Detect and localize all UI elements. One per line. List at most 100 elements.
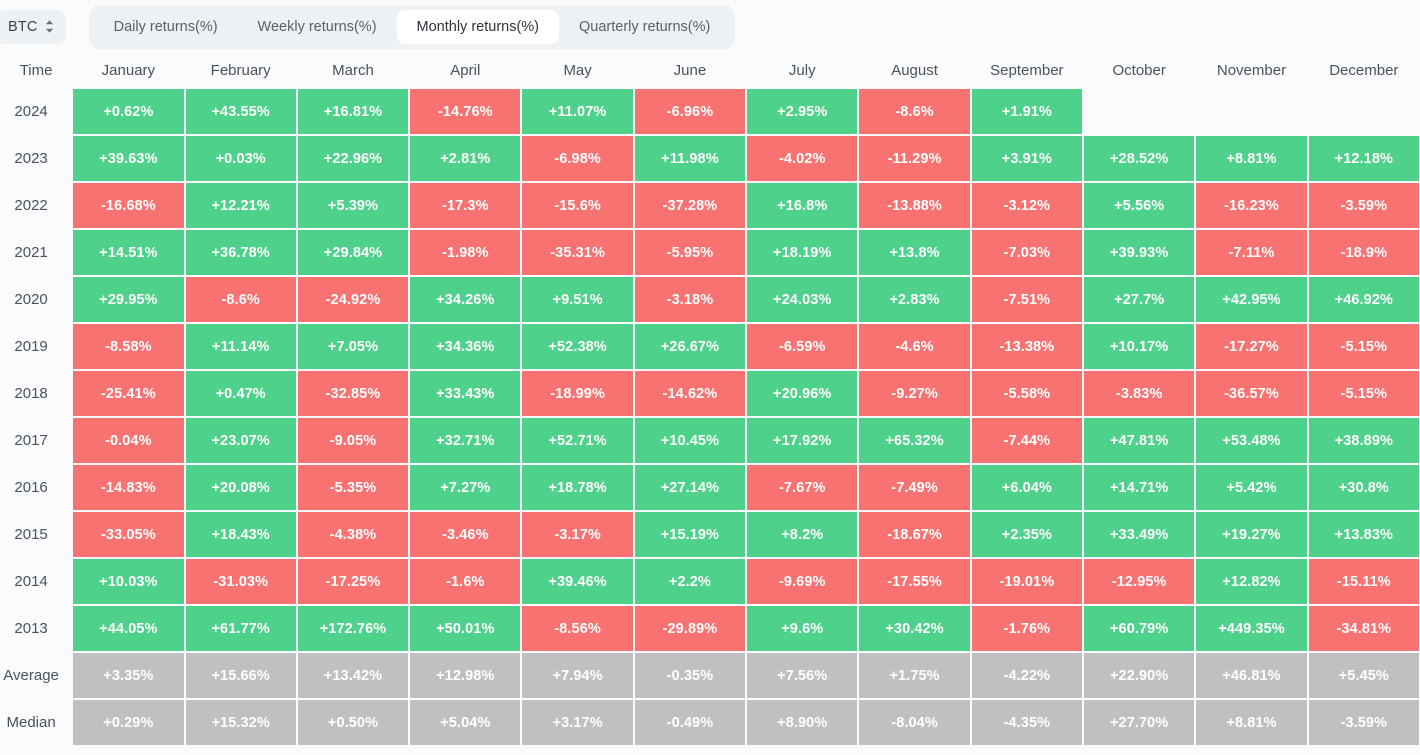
return-cell: -29.89% bbox=[634, 605, 746, 652]
column-header-april: April bbox=[409, 53, 521, 88]
return-value: -5.15% bbox=[1309, 371, 1419, 416]
return-cell: -4.02% bbox=[746, 135, 858, 182]
return-cell: -36.57% bbox=[1195, 370, 1307, 417]
tab-weekly-returns[interactable]: Weekly returns(%) bbox=[238, 10, 397, 44]
return-cell: -35.31% bbox=[521, 229, 633, 276]
tab-daily-returns[interactable]: Daily returns(%) bbox=[94, 10, 238, 44]
column-header-september: September bbox=[971, 53, 1083, 88]
return-cell: +7.05% bbox=[297, 323, 409, 370]
return-cell: +1.91% bbox=[971, 88, 1083, 135]
table-body: 2024+0.62%+43.55%+16.81%-14.76%+11.07%-6… bbox=[0, 88, 1420, 746]
return-value: +11.14% bbox=[186, 324, 296, 369]
row-label-2016: 2016 bbox=[0, 464, 72, 511]
return-value: -6.96% bbox=[635, 89, 745, 134]
return-value: +50.01% bbox=[410, 606, 520, 651]
return-value: +0.62% bbox=[73, 89, 183, 134]
return-value: -17.55% bbox=[859, 559, 969, 604]
return-cell: +60.79% bbox=[1083, 605, 1195, 652]
return-value: +27.14% bbox=[635, 465, 745, 510]
return-cell: -3.17% bbox=[521, 511, 633, 558]
return-value: +20.96% bbox=[747, 371, 857, 416]
return-value: +2.81% bbox=[410, 136, 520, 181]
return-value: -8.6% bbox=[186, 277, 296, 322]
return-value: -15.6% bbox=[522, 183, 632, 228]
return-value: -7.03% bbox=[972, 230, 1082, 275]
return-value: +14.51% bbox=[73, 230, 183, 275]
return-cell: -5.35% bbox=[297, 464, 409, 511]
return-cell: -14.83% bbox=[72, 464, 184, 511]
return-cell: +29.84% bbox=[297, 229, 409, 276]
return-value: -33.05% bbox=[73, 512, 183, 557]
return-cell: +34.26% bbox=[409, 276, 521, 323]
return-cell: -5.95% bbox=[634, 229, 746, 276]
return-value: -25.41% bbox=[73, 371, 183, 416]
return-cell: +2.83% bbox=[858, 276, 970, 323]
return-value: +5.04% bbox=[410, 700, 520, 745]
return-cell: +8.81% bbox=[1195, 135, 1307, 182]
return-cell: +46.81% bbox=[1195, 652, 1307, 699]
return-cell: -25.41% bbox=[72, 370, 184, 417]
return-cell: +17.92% bbox=[746, 417, 858, 464]
return-value: +8.81% bbox=[1196, 700, 1306, 745]
return-cell: +39.46% bbox=[521, 558, 633, 605]
return-cell: -8.58% bbox=[72, 323, 184, 370]
return-value: +5.39% bbox=[298, 183, 408, 228]
tab-quarterly-returns[interactable]: Quarterly returns(%) bbox=[559, 10, 730, 44]
tab-monthly-returns[interactable]: Monthly returns(%) bbox=[397, 10, 559, 44]
return-cell: -33.05% bbox=[72, 511, 184, 558]
return-value: -1.98% bbox=[410, 230, 520, 275]
return-cell: +24.03% bbox=[746, 276, 858, 323]
return-cell: +22.96% bbox=[297, 135, 409, 182]
return-cell: +50.01% bbox=[409, 605, 521, 652]
return-cell: -7.67% bbox=[746, 464, 858, 511]
return-cell: -11.29% bbox=[858, 135, 970, 182]
column-header-january: January bbox=[72, 53, 184, 88]
return-value: -29.89% bbox=[635, 606, 745, 651]
return-value: +12.21% bbox=[186, 183, 296, 228]
return-value: +46.92% bbox=[1309, 277, 1419, 322]
asset-selector[interactable]: BTC bbox=[0, 10, 66, 44]
return-value: -17.27% bbox=[1196, 324, 1306, 369]
return-cell bbox=[1308, 88, 1420, 135]
return-cell: -13.88% bbox=[858, 182, 970, 229]
return-value: -14.83% bbox=[73, 465, 183, 510]
return-value: -4.38% bbox=[298, 512, 408, 557]
return-value: -13.38% bbox=[972, 324, 1082, 369]
return-cell: +16.81% bbox=[297, 88, 409, 135]
return-value: -31.03% bbox=[186, 559, 296, 604]
return-value: -7.51% bbox=[972, 277, 1082, 322]
return-value: +3.35% bbox=[73, 653, 183, 698]
return-value: -6.98% bbox=[522, 136, 632, 181]
asset-selector-label: BTC bbox=[8, 19, 38, 35]
tab-weekly-returns-label: Weekly returns(%) bbox=[258, 19, 377, 35]
return-value: +172.76% bbox=[298, 606, 408, 651]
return-value: +13.8% bbox=[859, 230, 969, 275]
return-cell: +13.42% bbox=[297, 652, 409, 699]
return-cell: -15.6% bbox=[521, 182, 633, 229]
return-value: +34.26% bbox=[410, 277, 520, 322]
return-value: +33.43% bbox=[410, 371, 520, 416]
return-value: -18.67% bbox=[859, 512, 969, 557]
return-cell: +38.89% bbox=[1308, 417, 1420, 464]
return-value: +2.2% bbox=[635, 559, 745, 604]
returns-period-tabs: Daily returns(%) Weekly returns(%) Month… bbox=[89, 5, 736, 49]
table-row: 2013+44.05%+61.77%+172.76%+50.01%-8.56%-… bbox=[0, 605, 1420, 652]
return-value: -3.18% bbox=[635, 277, 745, 322]
return-cell: +11.14% bbox=[185, 323, 297, 370]
return-value: +28.52% bbox=[1084, 136, 1194, 181]
return-cell: -9.69% bbox=[746, 558, 858, 605]
row-label-2022: 2022 bbox=[0, 182, 72, 229]
return-cell: +26.67% bbox=[634, 323, 746, 370]
return-value: +18.78% bbox=[522, 465, 632, 510]
return-cell: +9.6% bbox=[746, 605, 858, 652]
return-value: -7.11% bbox=[1196, 230, 1306, 275]
return-cell: +8.81% bbox=[1195, 699, 1307, 746]
return-value: +27.7% bbox=[1084, 277, 1194, 322]
return-value: +29.84% bbox=[298, 230, 408, 275]
return-cell: +10.17% bbox=[1083, 323, 1195, 370]
return-cell: -24.92% bbox=[297, 276, 409, 323]
return-cell: -8.56% bbox=[521, 605, 633, 652]
return-value: +12.18% bbox=[1309, 136, 1419, 181]
return-cell: -8.6% bbox=[185, 276, 297, 323]
return-cell: -12.95% bbox=[1083, 558, 1195, 605]
